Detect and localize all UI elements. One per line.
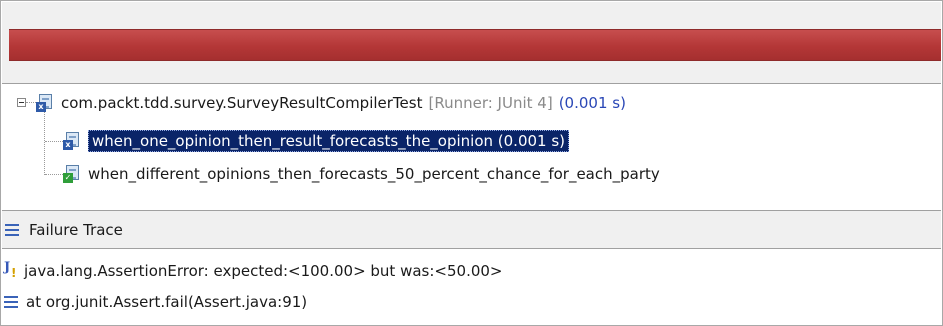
- suite-name: com.packt.tdd.survey.SurveyResultCompile…: [61, 94, 423, 112]
- test-suite-failed-icon: x: [36, 94, 54, 112]
- test-label: when_different_opinions_then_forecasts_5…: [88, 165, 660, 183]
- collapse-toggle-icon[interactable]: [17, 98, 26, 107]
- divider: [2, 248, 941, 249]
- junit-view: x com.packt.tdd.survey.SurveyResultCompi…: [0, 0, 943, 326]
- progress-area: [2, 2, 941, 83]
- runner-label: [Runner: JUnit 4]: [428, 94, 553, 112]
- tree-connector: [45, 141, 63, 143]
- test-failed-icon: x: [63, 132, 81, 150]
- failure-trace-title: Failure Trace: [29, 220, 123, 239]
- failure-trace-header: Failure Trace: [2, 211, 941, 248]
- suite-time: (0.001 s): [558, 94, 626, 112]
- trace-text: java.lang.AssertionError: expected:<100.…: [24, 262, 503, 280]
- test-row-passed[interactable]: ✓ when_different_opinions_then_forecasts…: [63, 161, 660, 187]
- test-passed-icon: ✓: [63, 165, 81, 183]
- stack-frame-icon: [4, 295, 20, 309]
- selected-test-label: when_one_opinion_then_result_forecasts_t…: [88, 130, 570, 152]
- trace-line[interactable]: J! java.lang.AssertionError: expected:<1…: [1, 258, 503, 284]
- progress-bar-failed: [9, 29, 941, 61]
- trace-line[interactable]: at org.junit.Assert.fail(Assert.java:91): [1, 289, 307, 315]
- tree-root-row[interactable]: x com.packt.tdd.survey.SurveyResultCompi…: [36, 90, 626, 116]
- tree-connector: [45, 174, 63, 176]
- test-row-failed[interactable]: x when_one_opinion_then_result_forecasts…: [63, 128, 570, 154]
- exception-icon: J!: [4, 260, 17, 280]
- tree-connector: [26, 102, 36, 104]
- trace-menu-icon[interactable]: [5, 223, 21, 237]
- trace-text: at org.junit.Assert.fail(Assert.java:91): [26, 293, 308, 311]
- tree-connector: [44, 112, 46, 175]
